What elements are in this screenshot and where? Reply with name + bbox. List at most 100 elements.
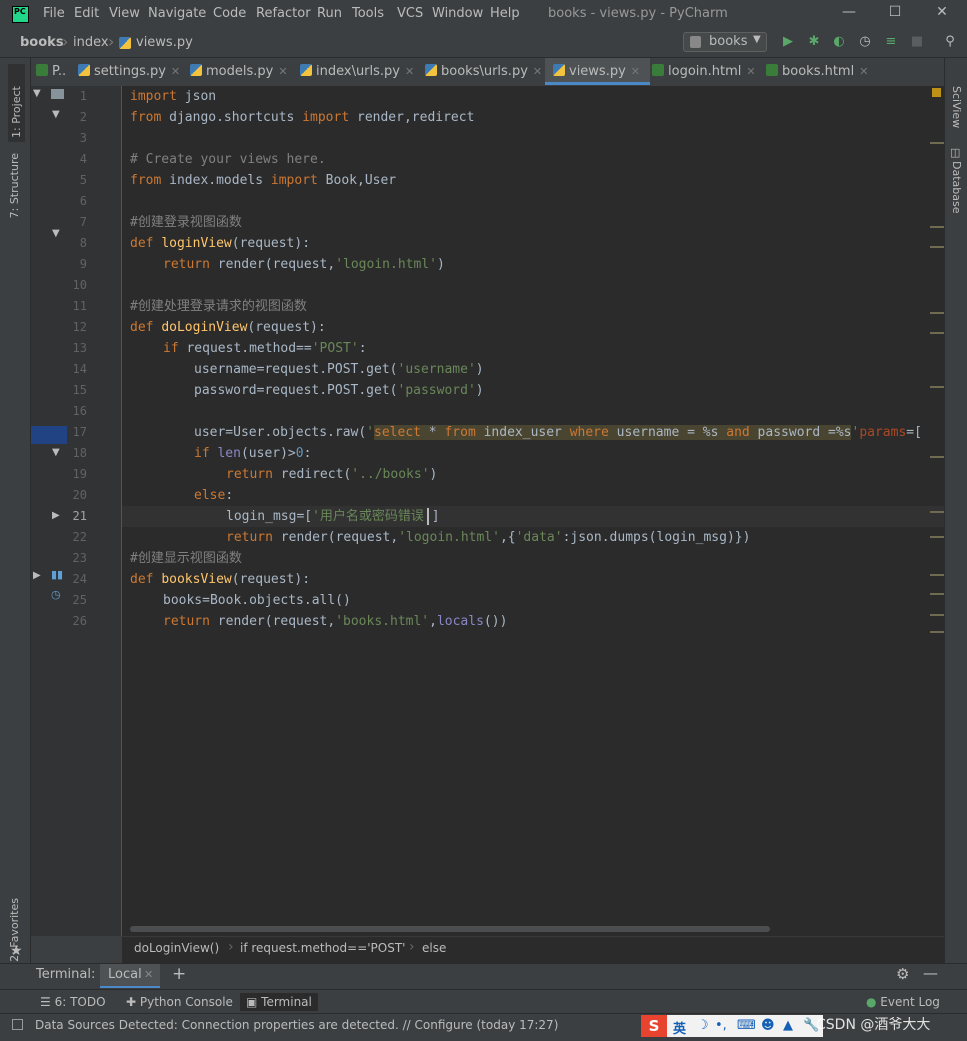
stripe-marker[interactable] <box>930 593 944 595</box>
stripe-marker[interactable] <box>930 456 944 458</box>
stripe-marker[interactable] <box>930 332 944 334</box>
tab-books-html[interactable]: books.html ✕ <box>766 58 870 85</box>
keyboard-icon[interactable]: ⌨ <box>737 1018 756 1033</box>
collapse-arrow-icon[interactable]: ▼ <box>52 109 60 120</box>
line-number[interactable]: 8 <box>80 233 87 254</box>
crumb-function[interactable]: doLoginView() <box>134 941 219 955</box>
collapse-arrow-icon[interactable]: ▼ <box>52 447 60 458</box>
stripe-marker[interactable] <box>930 226 944 228</box>
database-tool-button[interactable]: Database <box>950 161 963 214</box>
close-icon[interactable]: ✕ <box>919 4 965 26</box>
event-log-button[interactable]: ● Event Log <box>860 993 946 1011</box>
line-number[interactable]: 4 <box>80 149 87 170</box>
todo-tool-button[interactable]: ☰ 6: TODO <box>34 993 112 1011</box>
sciview-tool-button[interactable]: SciView <box>950 86 963 128</box>
punctuation-icon[interactable]: •, <box>715 1018 727 1033</box>
stripe-marker[interactable] <box>930 631 944 633</box>
collapse-arrow-icon[interactable]: ▼ <box>52 228 60 239</box>
line-number[interactable]: 20 <box>73 485 87 506</box>
maximize-icon[interactable]: ☐ <box>872 4 918 26</box>
menu-refactor[interactable]: Refactor <box>256 6 311 21</box>
line-number[interactable]: 22 <box>73 527 87 548</box>
line-number[interactable]: 14 <box>73 359 87 380</box>
line-number[interactable]: 21 <box>73 506 87 527</box>
line-number[interactable]: 18 <box>73 443 87 464</box>
stripe-marker[interactable] <box>930 511 944 513</box>
tab-index-urls[interactable]: index\urls.py ✕ <box>300 58 418 85</box>
moon-icon[interactable]: ☽ <box>697 1018 709 1033</box>
line-number[interactable]: 26 <box>73 611 87 632</box>
menu-code[interactable]: Code <box>213 6 246 21</box>
close-tab-icon[interactable]: ✕ <box>533 65 542 78</box>
menu-help[interactable]: Help <box>490 6 520 21</box>
concurrency-icon[interactable]: ≡ <box>883 34 899 50</box>
line-number[interactable]: 19 <box>73 464 87 485</box>
project-tool-button[interactable]: 1: Project <box>8 64 25 142</box>
line-number[interactable]: 25 <box>73 590 87 611</box>
menu-file[interactable]: File <box>43 6 65 21</box>
terminal-tool-button[interactable]: ▣ Terminal <box>240 993 318 1011</box>
close-tab-icon[interactable]: ✕ <box>405 65 414 78</box>
breadcrumb-file[interactable]: views.py <box>136 35 193 50</box>
expand-arrow-icon[interactable]: ▶ <box>52 510 60 521</box>
star-icon[interactable]: ★ <box>10 943 23 959</box>
line-number[interactable]: 5 <box>80 170 87 191</box>
line-number[interactable]: 2 <box>80 107 87 128</box>
ime-language[interactable]: 英 <box>673 1018 686 1037</box>
status-message[interactable]: Data Sources Detected: Connection proper… <box>35 1018 558 1032</box>
horizontal-scrollbar[interactable] <box>130 926 770 932</box>
hide-icon[interactable]: — <box>923 964 938 982</box>
stripe-marker[interactable] <box>930 312 944 314</box>
crumb-if[interactable]: if request.method=='POST' <box>240 941 405 955</box>
close-tab-icon[interactable]: ✕ <box>278 65 287 78</box>
line-number[interactable]: 23 <box>73 548 87 569</box>
close-tab-icon[interactable]: ✕ <box>631 65 640 78</box>
terminal-tab-local[interactable]: Local ✕ <box>100 964 160 988</box>
line-number[interactable]: 3 <box>80 128 87 149</box>
profile-icon[interactable]: ◷ <box>857 34 873 50</box>
line-number[interactable]: 15 <box>73 380 87 401</box>
sogou-logo-icon[interactable]: S <box>641 1015 667 1037</box>
tab-books-urls[interactable]: books\urls.py ✕ <box>425 58 543 85</box>
close-tab-icon[interactable]: ✕ <box>144 968 153 981</box>
breadcrumb-project[interactable]: books <box>20 35 64 50</box>
line-number[interactable]: 7 <box>80 212 87 233</box>
close-tab-icon[interactable]: ✕ <box>746 65 755 78</box>
code-editor[interactable]: import json from django.shortcuts import… <box>122 86 944 936</box>
menu-view[interactable]: View <box>109 6 140 21</box>
toggle-tool-windows-icon[interactable] <box>12 1019 23 1030</box>
line-number[interactable]: 11 <box>73 296 87 317</box>
line-number[interactable]: 13 <box>73 338 87 359</box>
minimize-icon[interactable]: — <box>826 4 872 26</box>
python-console-button[interactable]: ✚ Python Console <box>120 993 239 1011</box>
menu-window[interactable]: Window <box>432 6 483 21</box>
debug-icon[interactable]: ✱ <box>806 34 822 50</box>
close-tab-icon[interactable]: ✕ <box>859 65 868 78</box>
tab-project-file[interactable]: P.. <box>36 58 74 85</box>
warning-indicator-icon[interactable] <box>932 88 941 97</box>
menu-navigate[interactable]: Navigate <box>148 6 206 21</box>
tab-models[interactable]: models.py ✕ <box>190 58 288 85</box>
crumb-else[interactable]: else <box>422 941 446 955</box>
stripe-marker[interactable] <box>930 246 944 248</box>
line-number[interactable]: 16 <box>73 401 87 422</box>
bar-chart-icon[interactable]: ▮▮ <box>51 568 63 581</box>
coverage-icon[interactable]: ◐ <box>831 34 847 50</box>
menu-vcs[interactable]: VCS <box>397 6 423 21</box>
run-icon[interactable]: ▶ <box>780 34 796 50</box>
expand-arrow-icon[interactable]: ▶ <box>33 570 41 581</box>
stop-icon[interactable]: ■ <box>909 34 925 50</box>
line-number[interactable]: 12 <box>73 317 87 338</box>
line-number[interactable]: 9 <box>80 254 87 275</box>
breadcrumb-folder[interactable]: index <box>73 35 109 50</box>
stripe-marker[interactable] <box>930 614 944 616</box>
collapse-arrow-icon[interactable]: ▼ <box>33 88 41 99</box>
stripe-marker[interactable] <box>930 536 944 538</box>
tab-views[interactable]: views.py ✕ <box>545 58 650 85</box>
stripe-marker[interactable] <box>930 142 944 144</box>
line-number[interactable]: 1 <box>80 86 87 107</box>
shirt-icon[interactable]: ▲ <box>783 1018 793 1033</box>
add-terminal-button[interactable]: + <box>172 964 186 984</box>
menu-run[interactable]: Run <box>317 6 342 21</box>
user-icon[interactable]: ☻ <box>761 1018 775 1033</box>
